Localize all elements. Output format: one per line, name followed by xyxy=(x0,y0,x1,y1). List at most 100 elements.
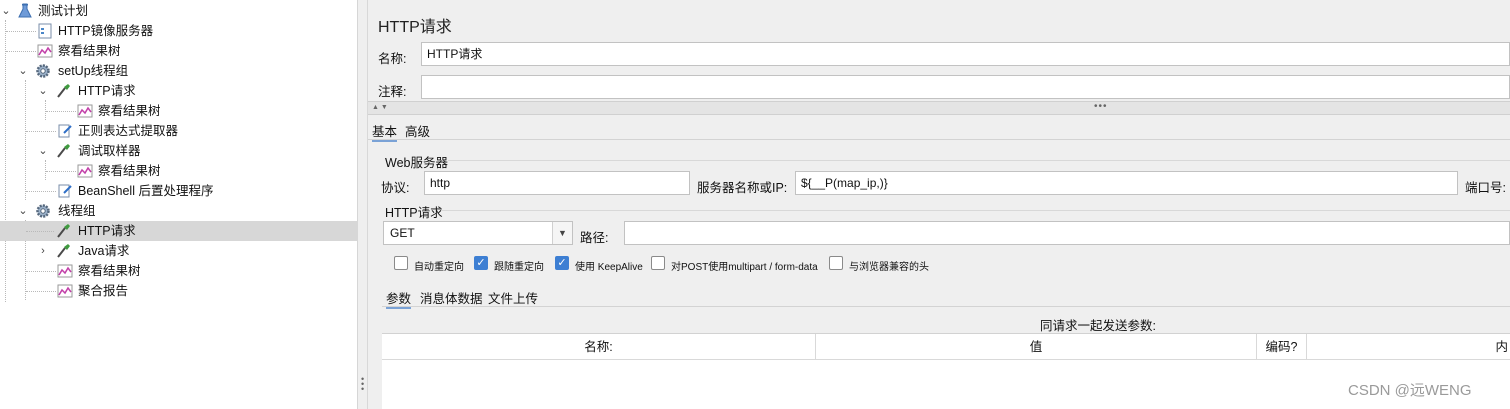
tree-guide xyxy=(26,231,54,232)
comment-field[interactable] xyxy=(421,75,1510,99)
tree-item-label: 调试取样器 xyxy=(78,144,141,158)
tree-item-label: setUp线程组 xyxy=(58,64,129,78)
chevron-down-icon[interactable]: ⌄ xyxy=(37,81,49,101)
chevron-down-icon[interactable]: ⌄ xyxy=(17,61,29,81)
tab-advanced[interactable]: 高级 xyxy=(405,121,430,140)
tree-item-java-request[interactable]: › Java请求 xyxy=(0,241,358,261)
tree-item-beanshell-postprocessor[interactable]: BeanShell 后置处理程序 xyxy=(0,181,358,201)
protocol-field[interactable]: http xyxy=(424,171,690,195)
tree-guide xyxy=(6,51,36,52)
drag-dots-icon[interactable]: ••• xyxy=(1094,102,1108,112)
tree-item-thread-group[interactable]: ⌄ 线程组 xyxy=(0,201,358,221)
drag-handle-icon[interactable]: • • • xyxy=(361,375,365,394)
test-plan-tree: ⌄ 测试计划 HTTP镜像服务器 察看结果树 ⌄ setUp线程组 ⌄ HTTP… xyxy=(0,0,358,409)
postprocessor-icon xyxy=(57,183,73,199)
params-table-title: 同请求一起发送参数: xyxy=(1040,319,1156,333)
result-tree-icon xyxy=(57,263,73,279)
tree-guide xyxy=(26,131,56,132)
tab-body-data[interactable]: 消息体数据 xyxy=(420,288,483,307)
server-field[interactable]: ${__P(map_ip,)} xyxy=(795,171,1458,195)
chevron-down-icon[interactable]: ⌄ xyxy=(17,201,29,221)
params-table[interactable]: 名称: 值 编码? 内 xyxy=(382,333,1510,409)
method-value: GET xyxy=(390,226,415,240)
test-plan-icon xyxy=(17,3,33,19)
tree-guide xyxy=(46,111,76,112)
tree-item-test-plan[interactable]: ⌄ 测试计划 xyxy=(0,1,358,21)
column-header-encode[interactable]: 编码? xyxy=(1257,334,1307,360)
tree-item-http-request[interactable]: ⌄ HTTP请求 xyxy=(0,81,358,101)
comment-label: 注释: xyxy=(378,85,407,99)
tree-item-label: 正则表达式提取器 xyxy=(78,124,179,138)
sampler-icon xyxy=(55,143,71,159)
tree-guide xyxy=(26,271,56,272)
sampler-icon xyxy=(55,83,71,99)
tree-item-result-tree[interactable]: 察看结果树 xyxy=(0,261,358,281)
tab-file-upload[interactable]: 文件上传 xyxy=(488,288,538,307)
protocol-label: 协议: xyxy=(381,181,410,195)
auto-redirect-checkbox[interactable] xyxy=(394,256,408,270)
section-divider xyxy=(441,210,1510,211)
chevron-down-icon[interactable]: ⌄ xyxy=(37,141,49,161)
port-label: 端口号: xyxy=(1465,181,1506,195)
tree-item-label: 聚合报告 xyxy=(78,284,129,298)
http-request-panel: HTTP请求 名称: HTTP请求 注释: ▲ ▼ ••• 基本 高级 Web服… xyxy=(368,0,1510,409)
browser-headers-checkbox[interactable] xyxy=(829,256,843,270)
auto-redirect-label: 自动重定向 xyxy=(414,262,464,273)
server-label: 服务器名称或IP: xyxy=(697,181,788,195)
sampler-icon xyxy=(55,243,71,259)
column-header-name[interactable]: 名称: xyxy=(382,334,816,360)
result-tree-icon xyxy=(77,163,93,179)
collapse-arrows-icon[interactable]: ▲ ▼ xyxy=(372,102,388,114)
keepalive-checkbox[interactable]: ✓ xyxy=(555,256,569,270)
tree-item-mirror-server[interactable]: HTTP镜像服务器 xyxy=(0,21,358,41)
tree-item-label: 线程组 xyxy=(58,204,96,218)
name-label: 名称: xyxy=(378,52,407,66)
extractor-icon xyxy=(57,123,73,139)
multipart-checkbox[interactable] xyxy=(651,256,665,270)
tree-item-result-tree[interactable]: 察看结果树 xyxy=(0,101,358,121)
tree-item-aggregate-report[interactable]: 聚合报告 xyxy=(0,281,358,301)
tree-guide xyxy=(6,31,36,32)
keepalive-label: 使用 KeepAlive xyxy=(575,262,643,273)
tab-divider xyxy=(368,139,1510,140)
tree-item-result-tree[interactable]: 察看结果树 xyxy=(0,161,358,181)
mirror-server-icon xyxy=(37,23,53,39)
gear-icon xyxy=(35,63,51,79)
tree-item-http-request-selected[interactable]: HTTP请求 xyxy=(0,221,358,241)
chevron-down-icon[interactable]: ⌄ xyxy=(0,1,12,21)
panel-splitter[interactable]: • • • xyxy=(358,0,368,409)
tree-item-label: BeanShell 后置处理程序 xyxy=(78,184,214,198)
tree-item-label: HTTP镜像服务器 xyxy=(58,24,154,38)
web-server-section-title: Web服务器 xyxy=(385,156,448,170)
multipart-label: 对POST使用multipart / form-data xyxy=(671,262,818,273)
report-icon xyxy=(57,283,73,299)
method-select[interactable]: GET ▼ xyxy=(383,221,573,245)
tree-item-regex-extractor[interactable]: 正则表达式提取器 xyxy=(0,121,358,141)
tree-item-label: 察看结果树 xyxy=(78,264,141,278)
tree-guide xyxy=(26,191,56,192)
tree-item-label: HTTP请求 xyxy=(78,84,136,98)
follow-redirect-checkbox[interactable]: ✓ xyxy=(474,256,488,270)
tree-item-result-tree[interactable]: 察看结果树 xyxy=(0,41,358,61)
tree-item-label: 察看结果树 xyxy=(58,44,121,58)
collapse-divider[interactable]: ▲ ▼ ••• xyxy=(368,101,1510,115)
section-divider xyxy=(448,160,1510,161)
browser-headers-label: 与浏览器兼容的头 xyxy=(849,262,929,273)
tree-item-debug-sampler[interactable]: ⌄ 调试取样器 xyxy=(0,141,358,161)
page-title: HTTP请求 xyxy=(378,19,452,36)
tree-guide xyxy=(26,291,56,292)
result-tree-icon xyxy=(37,43,53,59)
chevron-down-icon[interactable]: ▼ xyxy=(552,222,572,244)
path-field[interactable] xyxy=(624,221,1510,245)
tree-item-label: 察看结果树 xyxy=(98,104,161,118)
column-header-content[interactable]: 内 xyxy=(1307,334,1510,360)
watermark: CSDN @远WENG xyxy=(1348,382,1472,399)
column-header-value[interactable]: 值 xyxy=(816,334,1257,360)
name-field[interactable]: HTTP请求 xyxy=(421,42,1510,66)
tree-item-label: Java请求 xyxy=(78,244,130,258)
tab-divider xyxy=(382,306,1510,307)
gear-icon xyxy=(35,203,51,219)
http-request-section-title: HTTP请求 xyxy=(385,206,443,220)
chevron-right-icon[interactable]: › xyxy=(37,241,49,261)
tree-item-setup-thread-group[interactable]: ⌄ setUp线程组 xyxy=(0,61,358,81)
